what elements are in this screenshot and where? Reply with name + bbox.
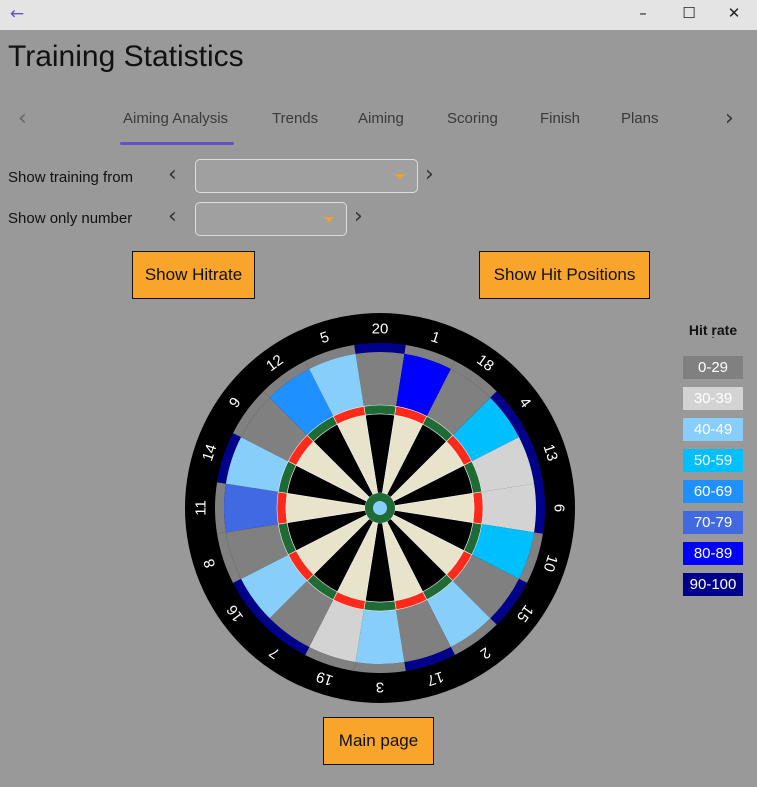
only-number-label: Show only number bbox=[8, 210, 133, 227]
legend-item-60-69: 60-69 bbox=[683, 480, 743, 503]
outer-single-6 bbox=[481, 483, 536, 533]
tabs-scroll-right-icon[interactable]: › bbox=[725, 106, 734, 131]
training-from-dropdown[interactable] bbox=[195, 159, 418, 193]
legend-item-50-59: 50-59 bbox=[683, 449, 743, 472]
legend-item-30-39: 30-39 bbox=[683, 387, 743, 410]
maximize-button[interactable]: ☐ bbox=[677, 4, 701, 26]
tab-finish[interactable]: Finish bbox=[540, 110, 580, 127]
chevron-down-icon bbox=[324, 217, 334, 222]
outer-single-20 bbox=[355, 352, 405, 407]
dartboard: 20 11841361015217319716811149125 bbox=[185, 313, 575, 703]
tab-aiming-analysis[interactable]: Aiming Analysis bbox=[123, 110, 228, 127]
legend-item-0-29: 0-29 bbox=[683, 356, 743, 379]
outer-single-11 bbox=[224, 483, 279, 533]
minimize-button[interactable]: – bbox=[631, 4, 655, 26]
board-number-20: 20 bbox=[372, 321, 389, 338]
tab-trends[interactable]: Trends bbox=[272, 110, 318, 127]
legend-item-90-100: 90-100 bbox=[683, 573, 743, 596]
triple-6 bbox=[472, 491, 484, 525]
triple-11 bbox=[276, 491, 288, 525]
tab-plans[interactable]: Plans bbox=[621, 110, 659, 127]
title-bar: ← – ☐ ✕ bbox=[0, 0, 757, 30]
training-from-label: Show training from bbox=[8, 169, 134, 186]
legend-item-40-49: 40-49 bbox=[683, 418, 743, 441]
tabs-scroll-left-icon[interactable]: ‹ bbox=[18, 106, 27, 131]
training-prev-button[interactable]: ‹ bbox=[168, 162, 177, 187]
main-page-button[interactable]: Main page bbox=[323, 717, 434, 765]
legend-dot: · bbox=[711, 333, 715, 344]
close-button[interactable]: ✕ bbox=[722, 4, 746, 26]
tab-scoring[interactable]: Scoring bbox=[447, 110, 498, 127]
triple-3 bbox=[363, 600, 397, 612]
page-title: Training Statistics bbox=[8, 40, 244, 73]
board-number-3: 3 bbox=[376, 679, 384, 696]
back-arrow-icon[interactable]: ← bbox=[5, 4, 29, 26]
chevron-down-icon bbox=[395, 174, 405, 179]
legend-item-80-89: 80-89 bbox=[683, 542, 743, 565]
outer-single-3 bbox=[355, 609, 405, 664]
board-number-6: 6 bbox=[551, 504, 568, 512]
only-number-dropdown[interactable] bbox=[195, 202, 347, 236]
number-prev-button[interactable]: ‹ bbox=[168, 204, 177, 229]
training-next-button[interactable]: › bbox=[425, 162, 434, 187]
board-number-11: 11 bbox=[193, 500, 210, 516]
tab-aiming[interactable]: Aiming bbox=[358, 110, 404, 127]
legend-item-70-79: 70-79 bbox=[683, 511, 743, 534]
tab-selected-indicator bbox=[120, 142, 234, 145]
number-next-button[interactable]: › bbox=[354, 204, 363, 229]
show-hit-positions-button[interactable]: Show Hit Positions bbox=[479, 251, 650, 299]
triple-20 bbox=[363, 404, 397, 416]
bullseye bbox=[373, 501, 387, 515]
show-hitrate-button[interactable]: Show Hitrate bbox=[132, 251, 255, 299]
